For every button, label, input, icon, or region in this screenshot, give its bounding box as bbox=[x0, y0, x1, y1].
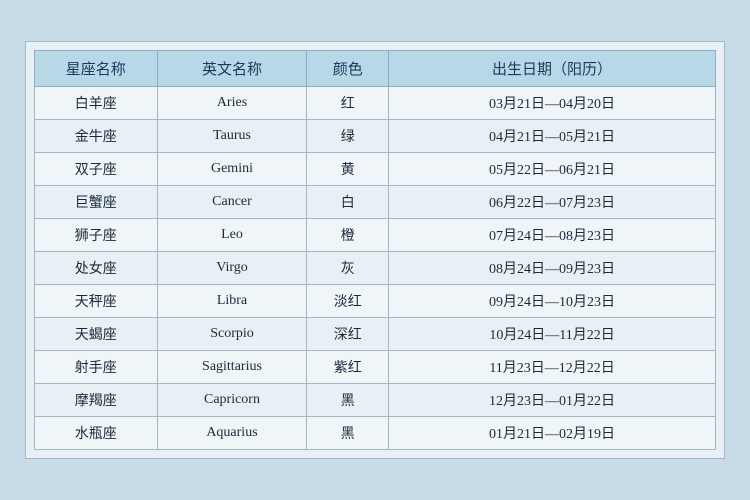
cell-zh: 天秤座 bbox=[35, 285, 158, 318]
cell-zh: 狮子座 bbox=[35, 219, 158, 252]
cell-en: Leo bbox=[157, 219, 307, 252]
cell-zh: 金牛座 bbox=[35, 120, 158, 153]
cell-color: 白 bbox=[307, 186, 389, 219]
table-row: 巨蟹座Cancer白06月22日—07月23日 bbox=[35, 186, 716, 219]
cell-date: 08月24日—09月23日 bbox=[389, 252, 716, 285]
cell-en: Aquarius bbox=[157, 417, 307, 450]
cell-date: 05月22日—06月21日 bbox=[389, 153, 716, 186]
table-row: 白羊座Aries红03月21日—04月20日 bbox=[35, 87, 716, 120]
cell-en: Aries bbox=[157, 87, 307, 120]
table-row: 天秤座Libra淡红09月24日—10月23日 bbox=[35, 285, 716, 318]
cell-en: Gemini bbox=[157, 153, 307, 186]
table-row: 处女座Virgo灰08月24日—09月23日 bbox=[35, 252, 716, 285]
cell-color: 灰 bbox=[307, 252, 389, 285]
cell-en: Libra bbox=[157, 285, 307, 318]
header-color: 颜色 bbox=[307, 51, 389, 87]
table-header-row: 星座名称 英文名称 颜色 出生日期（阳历） bbox=[35, 51, 716, 87]
cell-color: 橙 bbox=[307, 219, 389, 252]
cell-zh: 天蝎座 bbox=[35, 318, 158, 351]
cell-color: 淡红 bbox=[307, 285, 389, 318]
header-zh: 星座名称 bbox=[35, 51, 158, 87]
cell-zh: 处女座 bbox=[35, 252, 158, 285]
cell-date: 04月21日—05月21日 bbox=[389, 120, 716, 153]
cell-color: 深红 bbox=[307, 318, 389, 351]
cell-date: 11月23日—12月22日 bbox=[389, 351, 716, 384]
cell-en: Taurus bbox=[157, 120, 307, 153]
cell-color: 绿 bbox=[307, 120, 389, 153]
cell-en: Cancer bbox=[157, 186, 307, 219]
table-row: 射手座Sagittarius紫红11月23日—12月22日 bbox=[35, 351, 716, 384]
cell-date: 12月23日—01月22日 bbox=[389, 384, 716, 417]
cell-color: 黄 bbox=[307, 153, 389, 186]
cell-en: Sagittarius bbox=[157, 351, 307, 384]
cell-zh: 白羊座 bbox=[35, 87, 158, 120]
cell-date: 03月21日—04月20日 bbox=[389, 87, 716, 120]
table-row: 狮子座Leo橙07月24日—08月23日 bbox=[35, 219, 716, 252]
table-row: 金牛座Taurus绿04月21日—05月21日 bbox=[35, 120, 716, 153]
zodiac-table: 星座名称 英文名称 颜色 出生日期（阳历） 白羊座Aries红03月21日—04… bbox=[34, 50, 716, 450]
cell-date: 07月24日—08月23日 bbox=[389, 219, 716, 252]
cell-color: 紫红 bbox=[307, 351, 389, 384]
cell-date: 06月22日—07月23日 bbox=[389, 186, 716, 219]
cell-zh: 双子座 bbox=[35, 153, 158, 186]
table-row: 水瓶座Aquarius黑01月21日—02月19日 bbox=[35, 417, 716, 450]
cell-color: 黑 bbox=[307, 384, 389, 417]
cell-zh: 巨蟹座 bbox=[35, 186, 158, 219]
table-row: 天蝎座Scorpio深红10月24日—11月22日 bbox=[35, 318, 716, 351]
table-row: 双子座Gemini黄05月22日—06月21日 bbox=[35, 153, 716, 186]
cell-zh: 摩羯座 bbox=[35, 384, 158, 417]
cell-en: Virgo bbox=[157, 252, 307, 285]
cell-color: 红 bbox=[307, 87, 389, 120]
table-row: 摩羯座Capricorn黑12月23日—01月22日 bbox=[35, 384, 716, 417]
cell-en: Scorpio bbox=[157, 318, 307, 351]
cell-zh: 水瓶座 bbox=[35, 417, 158, 450]
cell-zh: 射手座 bbox=[35, 351, 158, 384]
cell-date: 10月24日—11月22日 bbox=[389, 318, 716, 351]
header-en: 英文名称 bbox=[157, 51, 307, 87]
header-date: 出生日期（阳历） bbox=[389, 51, 716, 87]
cell-color: 黑 bbox=[307, 417, 389, 450]
zodiac-table-container: 星座名称 英文名称 颜色 出生日期（阳历） 白羊座Aries红03月21日—04… bbox=[25, 41, 725, 459]
cell-date: 09月24日—10月23日 bbox=[389, 285, 716, 318]
cell-en: Capricorn bbox=[157, 384, 307, 417]
cell-date: 01月21日—02月19日 bbox=[389, 417, 716, 450]
